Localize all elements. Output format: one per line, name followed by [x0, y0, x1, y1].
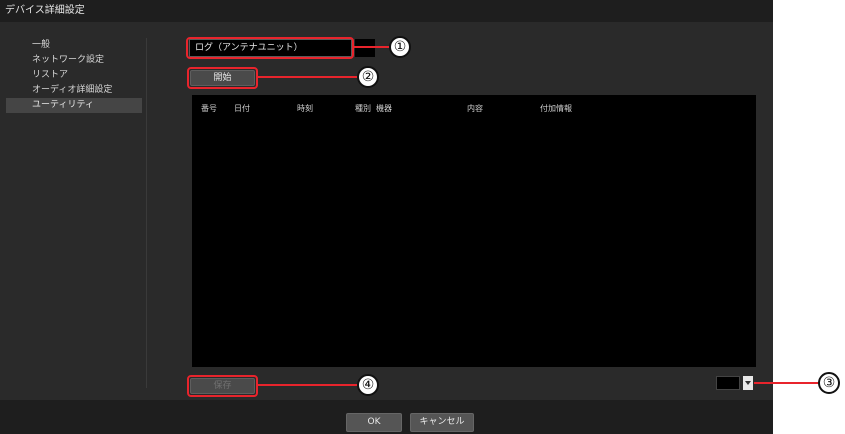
sidebar-item-audio[interactable]: オーディオ詳細設定 — [6, 83, 142, 98]
callout-4: ④ — [357, 374, 379, 396]
sidebar-item-utility[interactable]: ユーティリティ — [6, 98, 142, 113]
sidebar-item-network[interactable]: ネットワーク設定 — [6, 53, 142, 68]
page-select-field[interactable] — [716, 376, 740, 390]
column-header-device: 機器 — [376, 104, 392, 113]
log-type-dropdown[interactable]: ログ（アンテナユニット） — [189, 39, 352, 57]
callout-3-leader — [754, 382, 819, 384]
sidebar-divider — [146, 38, 147, 388]
column-header-content: 内容 — [467, 104, 483, 113]
callout-1-leader — [354, 46, 390, 48]
log-table: 番号 日付 時刻 種別 機器 内容 付加情報 — [192, 95, 756, 367]
column-header-extra-info: 付加情報 — [540, 104, 572, 113]
save-button[interactable]: 保存 — [190, 378, 255, 394]
sidebar-item-general[interactable]: 一般 — [6, 38, 142, 53]
cancel-button[interactable]: キャンセル — [410, 413, 474, 432]
callout-3: ③ — [818, 372, 840, 394]
column-header-time: 時刻 — [297, 104, 313, 113]
column-header-date: 日付 — [234, 104, 250, 113]
ok-button[interactable]: OK — [346, 413, 402, 432]
device-settings-window: デバイス詳細設定 一般 ネットワーク設定 リストア オーディオ詳細設定 ユーティ… — [0, 0, 773, 434]
start-button[interactable]: 開始 — [190, 70, 255, 86]
callout-2: ② — [357, 66, 379, 88]
column-header-type: 種別 — [355, 104, 371, 113]
log-type-dropdown-arrow[interactable] — [355, 39, 375, 57]
callout-1: ① — [389, 36, 411, 58]
screenshot-stage: デバイス詳細設定 一般 ネットワーク設定 リストア オーディオ詳細設定 ユーティ… — [0, 0, 845, 434]
page-select-arrow-icon[interactable] — [743, 376, 753, 390]
window-title: デバイス詳細設定 — [0, 0, 773, 22]
column-header-number: 番号 — [201, 104, 217, 113]
callout-4-leader — [258, 384, 358, 386]
sidebar-item-restore[interactable]: リストア — [6, 68, 142, 83]
callout-2-leader — [258, 76, 358, 78]
sidebar: 一般 ネットワーク設定 リストア オーディオ詳細設定 ユーティリティ — [6, 38, 142, 113]
